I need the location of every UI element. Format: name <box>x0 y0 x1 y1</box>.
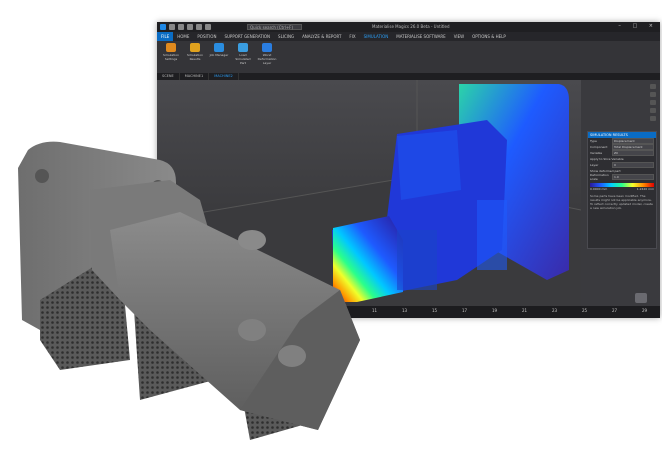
tab-machine2[interactable]: MACHINE2 <box>209 73 239 80</box>
lattice-support <box>40 250 130 370</box>
bolt-hole <box>35 169 49 183</box>
menu-home[interactable]: HOME <box>173 32 193 41</box>
tool-icon[interactable] <box>650 92 656 97</box>
simulation-results-panel: SIMULATION RESULTS Type Displacement Com… <box>587 131 657 249</box>
window-controls[interactable]: – □ × <box>618 23 658 29</box>
open-icon[interactable] <box>196 24 202 30</box>
ruler-tick: 21 <box>522 308 528 313</box>
settings-icon <box>166 43 176 52</box>
tool-icon[interactable] <box>650 84 656 89</box>
redo-icon[interactable] <box>187 24 193 30</box>
menu-view[interactable]: VIEW <box>450 32 468 41</box>
menu-fix[interactable]: FIX <box>345 32 359 41</box>
ruler-tick: 19 <box>492 308 498 313</box>
simulation-results-button[interactable]: Simulation Results <box>184 43 206 61</box>
ruler-tick: 25 <box>582 308 588 313</box>
app-icon[interactable] <box>160 24 166 30</box>
layer-ruler[interactable]: 9 11 13 15 17 19 21 23 25 27 29 <box>157 306 660 318</box>
ruler-tick: 13 <box>402 308 408 313</box>
load-part-icon <box>238 43 248 52</box>
undo-icon[interactable] <box>178 24 184 30</box>
window-title: Materialise Magics 26.0 Beta - Untitled <box>372 24 450 29</box>
quick-search-input[interactable]: Quick search (Ctrl+F) <box>247 24 302 30</box>
tool-icon[interactable] <box>650 100 656 105</box>
ruler-tick: 17 <box>462 308 468 313</box>
view-tab-bar: SCENE MACHINE1 MACHINE2 <box>157 73 660 80</box>
ruler-tick: 27 <box>612 308 618 313</box>
build-platform <box>157 80 581 306</box>
ruler-tick: 9 <box>342 308 345 313</box>
menu-materialise-software[interactable]: MATERIALISE SOFTWARE <box>392 32 449 41</box>
title-bar: Quick search (Ctrl+F) Materialise Magics… <box>157 22 660 32</box>
menu-support-generation[interactable]: SUPPORT GENERATION <box>220 32 274 41</box>
lattice-support <box>230 300 320 440</box>
deformation-layer-icon <box>262 43 272 52</box>
menu-analyze-report[interactable]: ANALYZE & REPORT <box>298 32 345 41</box>
tab-machine1[interactable]: MACHINE1 <box>180 73 210 80</box>
print-icon[interactable] <box>205 24 211 30</box>
ruler-tick: 11 <box>372 308 378 313</box>
menu-options-help[interactable]: OPTIONS & HELP <box>468 32 510 41</box>
menu-position[interactable]: POSITION <box>193 32 220 41</box>
load-simulated-part-button[interactable]: Load Simulated Part <box>232 43 254 65</box>
simulation-settings-button[interactable]: Simulation Settings <box>160 43 182 61</box>
results-icon <box>190 43 200 52</box>
menu-slicing[interactable]: SLICING <box>274 32 298 41</box>
ribbon: Simulation Settings Simulation Results J… <box>157 41 660 74</box>
save-icon[interactable] <box>169 24 175 30</box>
menu-simulation[interactable]: SIMULATION <box>360 32 393 41</box>
simulated-supports <box>477 200 507 270</box>
menu-file[interactable]: FILE <box>157 32 174 41</box>
modified-warning: Some parts have been modified. The resul… <box>590 194 653 210</box>
menu-bar: FILE HOME POSITION SUPPORT GENERATION SL… <box>157 32 660 41</box>
part-boss <box>238 319 266 341</box>
part-boss <box>278 345 306 367</box>
part-back-plate <box>18 141 176 330</box>
view-cube-icon[interactable] <box>635 293 647 303</box>
job-manager-button[interactable]: Job Manager <box>208 43 230 57</box>
ruler-tick: 15 <box>432 308 438 313</box>
ruler-tick: 23 <box>552 308 558 313</box>
job-manager-icon <box>214 43 224 52</box>
tool-icon[interactable] <box>650 108 656 113</box>
tool-icon[interactable] <box>650 116 656 121</box>
deformation-scale-field[interactable]: Deformation scale 1.0 <box>588 173 656 181</box>
magics-window: Quick search (Ctrl+F) Materialise Magics… <box>157 22 660 318</box>
worst-deformation-layer-button[interactable]: Worst Deformation Layer <box>256 43 278 65</box>
ruler-tick: 29 <box>642 308 648 313</box>
3d-viewport[interactable] <box>157 80 581 306</box>
simulated-part-hotspot[interactable] <box>333 216 403 302</box>
legend-values: 0.0000 mm 1.2420 mm <box>590 187 654 191</box>
tab-scene[interactable]: SCENE <box>157 73 180 80</box>
